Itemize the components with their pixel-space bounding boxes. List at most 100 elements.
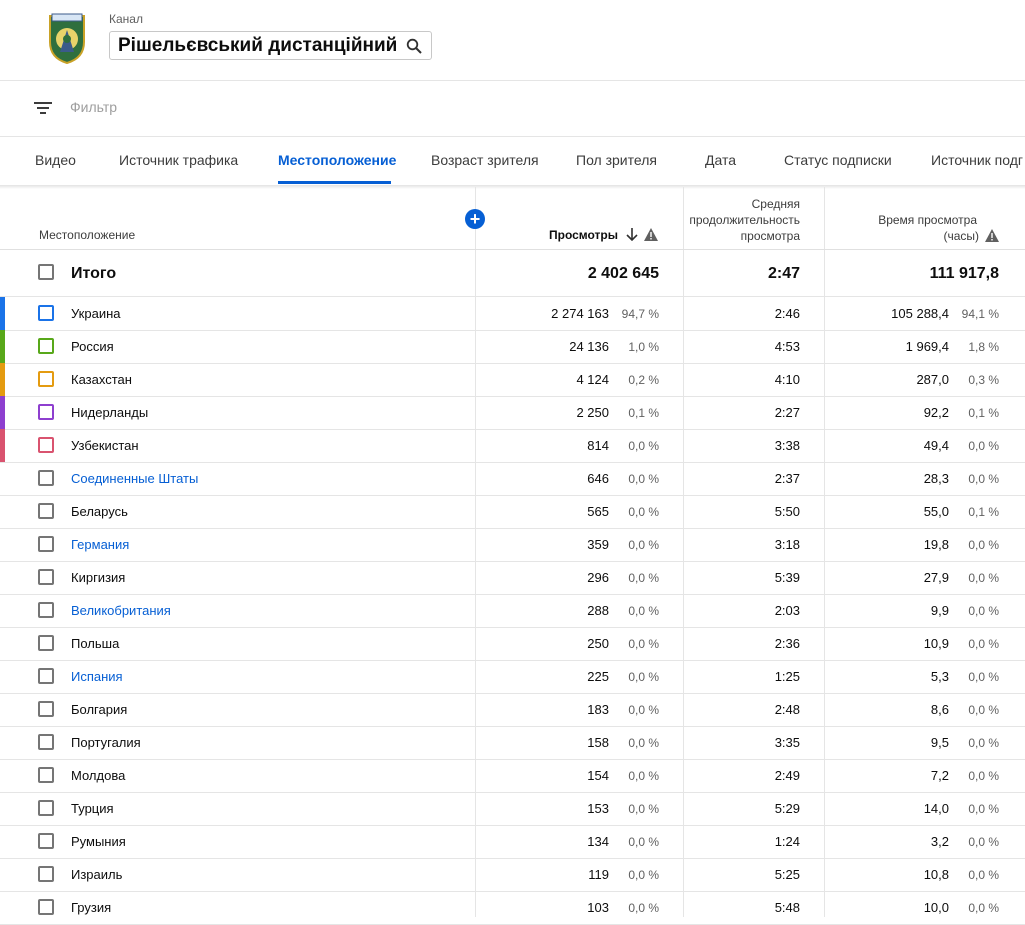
- views-value: 153: [587, 801, 609, 816]
- watch-hours-value: 9,9: [930, 603, 949, 618]
- views-percent: 0,0 %: [628, 703, 659, 717]
- table-row[interactable]: Польша 250 0,0 % 2:36 10,9 0,0 %: [0, 627, 1025, 661]
- location-name[interactable]: Соединенные Штаты: [71, 471, 198, 486]
- views-value: 103: [587, 900, 609, 915]
- table-row[interactable]: Беларусь 565 0,0 % 5:50 55,0 0,1 %: [0, 495, 1025, 529]
- row-checkbox[interactable]: [38, 866, 54, 882]
- views-percent: 0,0 %: [628, 538, 659, 552]
- views-value: 2 250: [576, 405, 609, 420]
- table-row[interactable]: Болгария 183 0,0 % 2:48 8,6 0,0 %: [0, 693, 1025, 727]
- avg-duration-value: 2:48: [774, 702, 800, 717]
- series-color-bar: [0, 396, 5, 429]
- table-row[interactable]: Великобритания 288 0,0 % 2:03 9,9 0,0 %: [0, 594, 1025, 628]
- series-color-bar: [0, 363, 5, 396]
- tab-source-more[interactable]: Источник подг: [931, 152, 1023, 168]
- views-percent: 0,0 %: [628, 769, 659, 783]
- series-color-bar: [0, 297, 5, 330]
- avg-duration-value: 3:18: [774, 537, 800, 552]
- row-checkbox[interactable]: [38, 734, 54, 750]
- tab-viewer-gender[interactable]: Пол зрителя: [576, 152, 657, 168]
- row-checkbox[interactable]: [38, 767, 54, 783]
- row-checkbox[interactable]: [38, 833, 54, 849]
- location-name: Беларусь: [71, 504, 128, 519]
- table-header: Местоположение Просмотры Средняя продолж…: [0, 187, 1025, 250]
- table-row[interactable]: Казахстан 4 124 0,2 % 4:10 287,0 0,3 %: [0, 363, 1025, 397]
- table-row[interactable]: Соединенные Штаты 646 0,0 % 2:37 28,3 0,0 %: [0, 462, 1025, 496]
- location-name[interactable]: Германия: [71, 537, 129, 552]
- views-value: 4 124: [576, 372, 609, 387]
- watch-hours-value: 105 288,4: [891, 306, 949, 321]
- tab-viewer-age[interactable]: Возраст зрителя: [431, 152, 539, 168]
- watch-hours-value: 28,3: [923, 471, 949, 486]
- watch-hours-value: 49,4: [923, 438, 949, 453]
- warning-icon: [644, 228, 658, 241]
- watch-hours-value: 287,0: [916, 372, 949, 387]
- location-name: Киргизия: [71, 570, 126, 585]
- row-checkbox[interactable]: [38, 305, 54, 321]
- table-row[interactable]: Турция 153 0,0 % 5:29 14,0 0,0 %: [0, 792, 1025, 826]
- search-icon[interactable]: [406, 38, 422, 54]
- location-name[interactable]: Испания: [71, 669, 123, 684]
- watch-hours-percent: 0,0 %: [968, 637, 999, 651]
- row-checkbox[interactable]: [38, 701, 54, 717]
- row-checkbox[interactable]: [38, 404, 54, 420]
- row-checkbox[interactable]: [38, 371, 54, 387]
- table-row[interactable]: Португалия 158 0,0 % 3:35 9,5 0,0 %: [0, 726, 1025, 760]
- table-row[interactable]: Украина 2 274 163 94,7 % 2:46 105 288,4 94,1 …: [0, 297, 1025, 331]
- views-value: 119: [588, 867, 609, 882]
- watch-hours-percent: 0,0 %: [968, 439, 999, 453]
- row-checkbox[interactable]: [38, 437, 54, 453]
- filter-input[interactable]: Фильтр: [70, 99, 117, 115]
- row-checkbox[interactable]: [38, 338, 54, 354]
- add-column-button[interactable]: +: [465, 209, 485, 229]
- row-checkbox[interactable]: [38, 635, 54, 651]
- views-percent: 0,0 %: [628, 868, 659, 882]
- watch-hours-value: 9,5: [930, 735, 949, 750]
- row-checkbox[interactable]: [38, 899, 54, 915]
- watch-hours-percent: 0,0 %: [968, 769, 999, 783]
- table-row[interactable]: Румыния 134 0,0 % 1:24 3,2 0,0 %: [0, 825, 1025, 859]
- tab-video[interactable]: Видео: [35, 152, 76, 168]
- avg-duration-value: 2:27: [774, 405, 800, 420]
- tab-date[interactable]: Дата: [705, 152, 736, 168]
- row-checkbox[interactable]: [38, 536, 54, 552]
- filter-icon[interactable]: [34, 101, 52, 115]
- channel-selector[interactable]: Рішельєвський дистанційний: [109, 31, 432, 60]
- row-checkbox[interactable]: [38, 470, 54, 486]
- location-name: Украина: [71, 306, 121, 321]
- column-header-watch-time[interactable]: Время просмотра (часы): [824, 212, 999, 244]
- table-row[interactable]: Узбекистан 814 0,0 % 3:38 49,4 0,0 %: [0, 429, 1025, 463]
- column-header-watch-time-unit: (часы): [943, 229, 979, 243]
- views-percent: 0,0 %: [628, 439, 659, 453]
- table-row[interactable]: Израиль 119 0,0 % 5:25 10,8 0,0 %: [0, 858, 1025, 892]
- row-checkbox[interactable]: [38, 800, 54, 816]
- table-row[interactable]: Молдова 154 0,0 % 2:49 7,2 0,0 %: [0, 759, 1025, 793]
- watch-hours-percent: 0,0 %: [968, 868, 999, 882]
- location-name[interactable]: Великобритания: [71, 603, 171, 618]
- watch-hours-value: 19,8: [923, 537, 949, 552]
- tab-location[interactable]: Местоположение: [278, 152, 396, 168]
- table-row[interactable]: Испания 225 0,0 % 1:25 5,3 0,0 %: [0, 660, 1025, 694]
- row-checkbox[interactable]: [38, 569, 54, 585]
- table-row[interactable]: Нидерланды 2 250 0,1 % 2:27 92,2 0,1 %: [0, 396, 1025, 430]
- avg-duration-value: 2:36: [774, 636, 800, 651]
- views-percent: 0,0 %: [628, 472, 659, 486]
- row-checkbox[interactable]: [38, 602, 54, 618]
- filter-bar: Фильтр: [0, 80, 1025, 137]
- row-checkbox[interactable]: [38, 668, 54, 684]
- table-row[interactable]: Киргизия 296 0,0 % 5:39 27,9 0,0 %: [0, 561, 1025, 595]
- tab-traffic-source[interactable]: Источник трафика: [119, 152, 238, 168]
- table-row[interactable]: Германия 359 0,0 % 3:18 19,8 0,0 %: [0, 528, 1025, 562]
- watch-hours-value: 27,9: [923, 570, 949, 585]
- column-header-location[interactable]: Местоположение: [39, 228, 135, 242]
- table-row[interactable]: Россия 24 136 1,0 % 4:53 1 969,4 1,8 %: [0, 330, 1025, 364]
- column-header-views[interactable]: Просмотры: [549, 228, 658, 242]
- row-checkbox[interactable]: [38, 503, 54, 519]
- location-name: Польша: [71, 636, 120, 651]
- column-header-avg-duration[interactable]: Средняя продолжительность просмотра: [683, 196, 800, 244]
- tab-subscription-status[interactable]: Статус подписки: [784, 152, 892, 168]
- watch-hours-value: 7,2: [930, 768, 949, 783]
- total-checkbox[interactable]: [38, 264, 54, 280]
- table-row[interactable]: Грузия 103 0,0 % 5:48 10,0 0,0 %: [0, 891, 1025, 925]
- watch-hours-value: 1 969,4: [905, 339, 949, 354]
